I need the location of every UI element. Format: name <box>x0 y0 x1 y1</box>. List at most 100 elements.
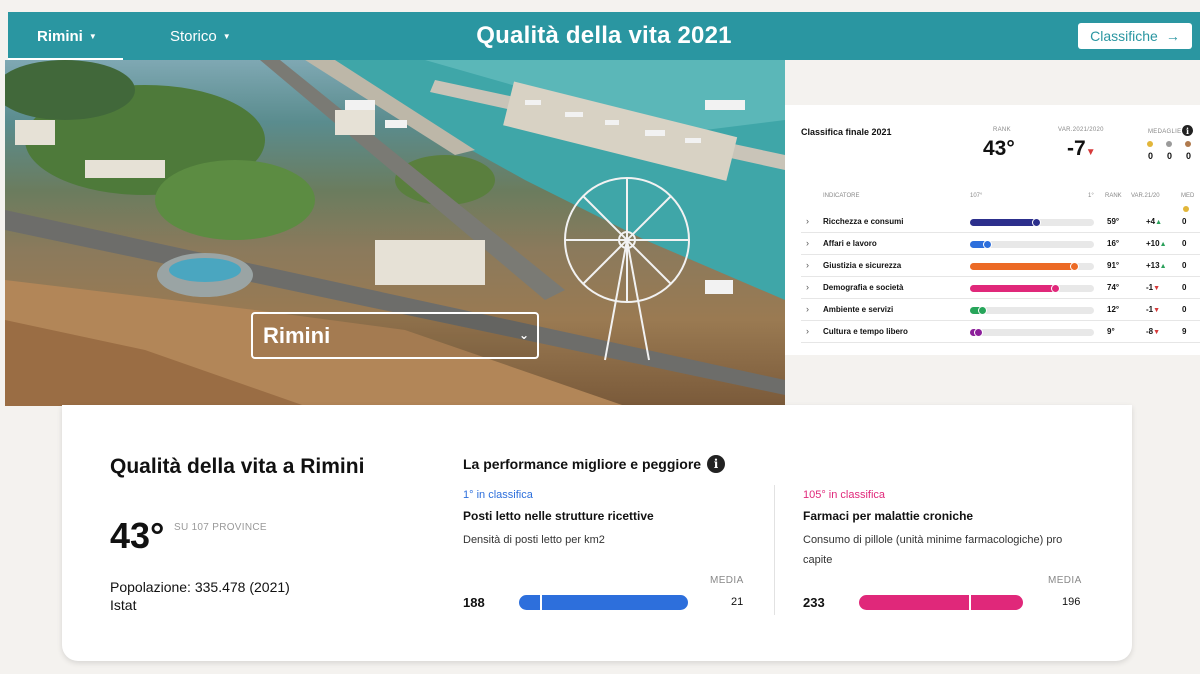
chevron-right-icon[interactable]: › <box>806 282 809 292</box>
performance-heading: La performance migliore e peggiore i <box>463 455 726 473</box>
medal-silver-count: 0 <box>1167 151 1173 161</box>
indicator-fill <box>970 219 1037 226</box>
header-high: 1° <box>1088 193 1094 199</box>
arrow-down-icon: ▼ <box>1153 307 1161 314</box>
indicator-name: Demografia e società <box>823 283 904 292</box>
best-value: 188 <box>463 595 485 610</box>
chevron-right-icon[interactable]: › <box>806 304 809 314</box>
ranking-panel: Classifica finale 2021 RANK 43° VAR.2021… <box>785 105 1200 355</box>
indicator-variation-value: +4 <box>1146 217 1156 226</box>
top-navbar: Rimini ▼ Storico ▼ Qualità della vita 20… <box>8 12 1200 62</box>
ranking-row[interactable]: › Giustizia e sicurezza 91° +13▲ 0 <box>801 255 1200 277</box>
indicator-track <box>970 328 1094 337</box>
arrow-right-icon: → <box>1165 28 1180 44</box>
chevron-right-icon[interactable]: › <box>806 216 809 226</box>
worst-value-bar <box>859 595 1023 610</box>
ranking-row[interactable]: › Cultura e tempo libero 9° -8▼ 9 <box>801 321 1200 343</box>
variation-value: -7▼ <box>1067 137 1096 161</box>
worst-media-label: MEDIA <box>1048 575 1082 586</box>
arrow-up-icon: ▲ <box>1159 263 1167 270</box>
header-var: VAR.21/20 <box>1131 193 1160 199</box>
best-media-label: MEDIA <box>710 575 744 586</box>
indicator-name: Ambiente e servizi <box>823 305 894 314</box>
indicator-rank: 91° <box>1107 261 1120 270</box>
best-position: 1° in classifica <box>463 489 533 501</box>
indicator-name: Affari e lavoro <box>823 239 877 248</box>
medal-gold-dot <box>1147 141 1153 147</box>
indicator-knob <box>974 328 983 337</box>
indicator-medals: 9 <box>1182 327 1187 336</box>
indicator-knob <box>983 240 992 249</box>
top-strip <box>0 0 1200 12</box>
summary-population: Popolazione: 335.478 (2021) Istat <box>110 579 290 613</box>
classifiche-button[interactable]: Classifiche → <box>1078 23 1192 49</box>
indicator-variation: -1▼ <box>1146 283 1160 292</box>
indicator-variation: +4▲ <box>1146 217 1162 226</box>
chevron-down-icon: ⌄ <box>518 328 529 342</box>
ranking-row[interactable]: › Demografia e società 74° -1▼ 0 <box>801 277 1200 299</box>
worst-media-marker <box>969 595 971 610</box>
variation-label: VAR.2021/2020 <box>1058 127 1104 133</box>
worst-indicator: 105° in classifica Farmaci per malattie … <box>803 489 1093 570</box>
worst-media-value: 196 <box>1062 596 1081 608</box>
indicator-track <box>970 240 1094 249</box>
worst-indicator-name: Farmaci per malattie croniche <box>803 509 974 523</box>
classifiche-label: Classifiche <box>1090 28 1158 44</box>
indicator-rank: 12° <box>1107 305 1120 314</box>
indicator-variation: +10▲ <box>1146 239 1167 248</box>
arrow-down-icon: ▼ <box>1153 329 1161 336</box>
nav-city-label: Rimini <box>37 27 83 45</box>
best-media-marker <box>540 595 542 610</box>
indicator-rank: 59° <box>1107 217 1120 226</box>
indicator-fill <box>970 285 1056 292</box>
summary-card: Qualità della vita a Rimini 43° SU 107 P… <box>62 405 1132 661</box>
indicator-medals: 0 <box>1182 305 1187 314</box>
chevron-right-icon[interactable]: › <box>806 326 809 336</box>
medals-label: MEDAGLIE <box>1148 129 1182 135</box>
city-select[interactable]: Rimini ⌄ <box>251 312 539 359</box>
indicator-variation: -8▼ <box>1146 327 1160 336</box>
summary-su-province: SU 107 PROVINCE <box>174 522 267 533</box>
city-select-value: Rimini <box>263 322 331 348</box>
indicator-medals: 0 <box>1182 239 1187 248</box>
info-icon[interactable]: i <box>1182 125 1193 136</box>
nav-city-dropdown[interactable]: Rimini ▼ <box>37 12 97 60</box>
indicator-track <box>970 262 1094 271</box>
indicator-variation-value: +10 <box>1146 239 1160 248</box>
indicator-rank: 9° <box>1107 327 1115 336</box>
rank-label: RANK <box>993 127 1011 133</box>
hero-aerial-photo: Rimini ⌄ <box>5 60 785 406</box>
indicator-medals: 0 <box>1182 261 1187 270</box>
indicator-variation-value: +13 <box>1146 261 1160 270</box>
worst-value: 233 <box>803 595 825 610</box>
column-divider <box>774 485 775 615</box>
chevron-right-icon[interactable]: › <box>806 238 809 248</box>
header-rank: RANK <box>1105 193 1122 199</box>
medal-gold-count: 0 <box>1148 151 1154 161</box>
variation-number: -7 <box>1067 137 1086 160</box>
worst-position: 105° in classifica <box>803 489 886 501</box>
worst-indicator-description: Consumo di pillole (unità minime farmaco… <box>803 534 1063 566</box>
ranking-row[interactable]: › Ambiente e servizi 12° -1▼ 0 <box>801 299 1200 321</box>
arrow-up-icon: ▲ <box>1159 241 1167 248</box>
ranking-title: Classifica finale 2021 <box>801 127 892 137</box>
ranking-row[interactable]: › Affari e lavoro 16° +10▲ 0 <box>801 233 1200 255</box>
header-low: 107° <box>970 193 983 199</box>
best-media-value: 21 <box>731 596 744 608</box>
info-icon[interactable]: i <box>707 455 726 473</box>
performance-title: La performance migliore e peggiore <box>463 456 702 472</box>
best-indicator-name: Posti letto nelle strutture ricettive <box>463 509 654 523</box>
nav-storico-dropdown[interactable]: Storico ▼ <box>170 12 231 60</box>
ranking-row[interactable]: › Ricchezza e consumi 59° +4▲ 0 <box>801 211 1200 233</box>
indicator-knob <box>1051 284 1060 293</box>
arrow-up-icon: ▲ <box>1155 219 1163 226</box>
medal-bronze-dot <box>1185 141 1191 147</box>
indicator-name: Ricchezza e consumi <box>823 217 904 226</box>
indicator-medals: 0 <box>1182 217 1187 226</box>
indicator-name: Cultura e tempo libero <box>823 327 908 336</box>
chevron-right-icon[interactable]: › <box>806 260 809 270</box>
indicator-variation: -1▼ <box>1146 305 1160 314</box>
best-indicator-description: Densità di posti letto per km2 <box>463 534 605 546</box>
rank-value: 43° <box>983 137 1015 160</box>
indicator-knob <box>1032 218 1041 227</box>
